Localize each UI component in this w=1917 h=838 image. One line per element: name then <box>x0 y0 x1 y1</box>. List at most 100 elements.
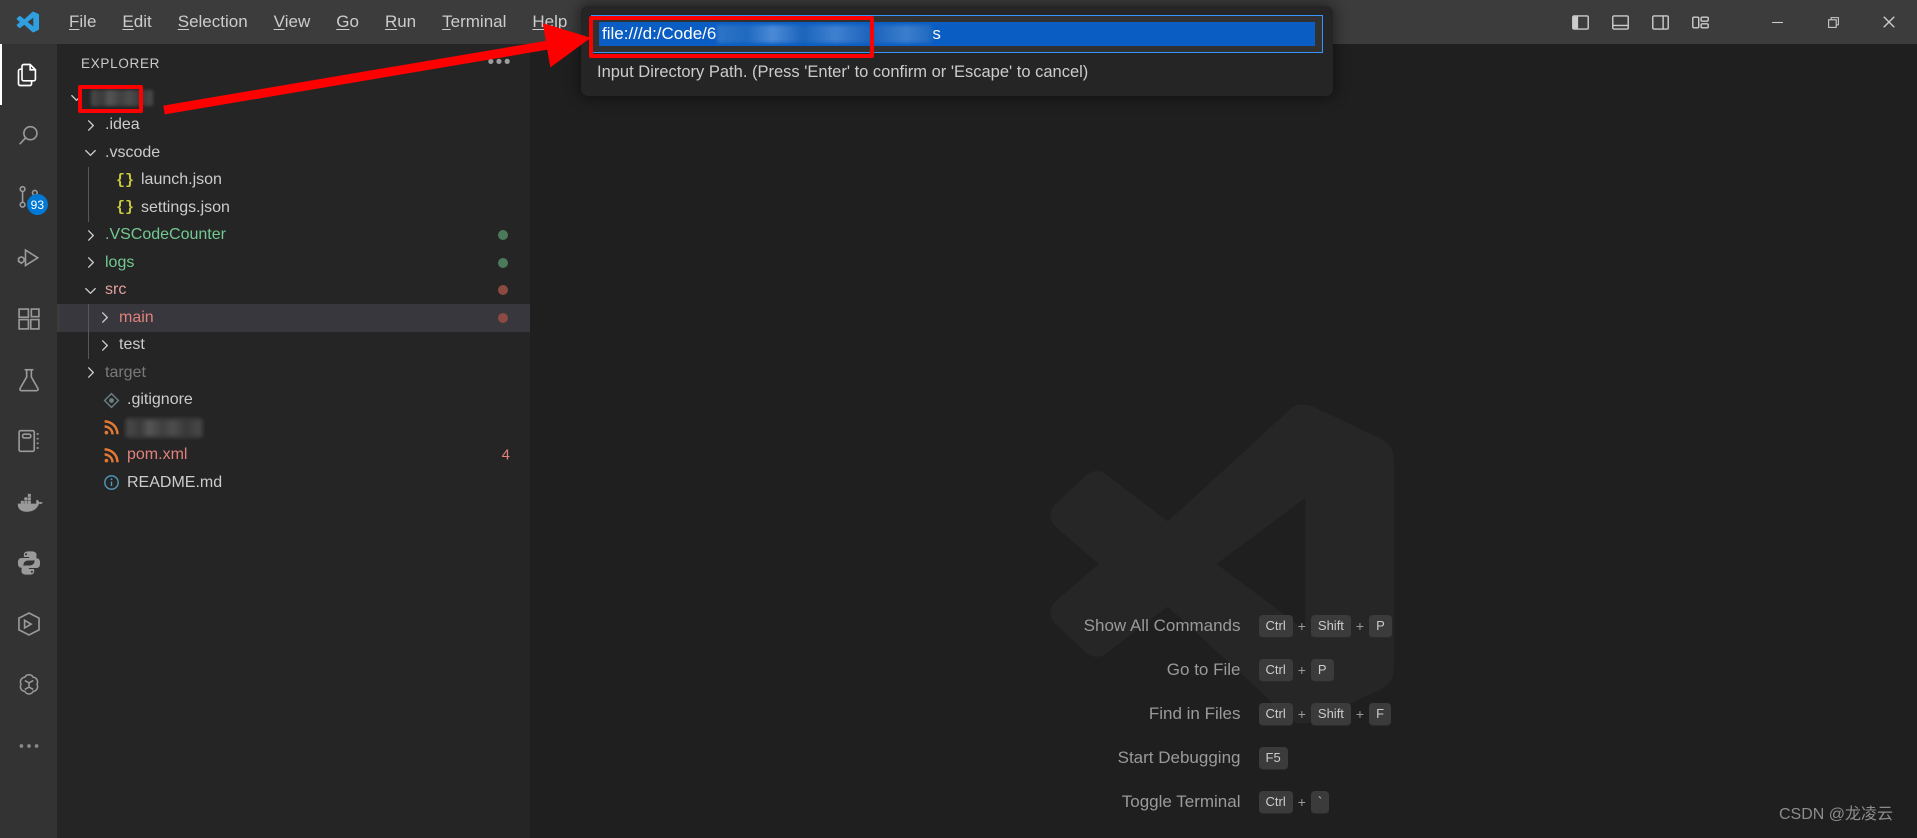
json-file-icon: {} <box>115 199 134 217</box>
tree-row[interactable]: .vscode <box>57 139 530 167</box>
activity-item-notebook[interactable] <box>0 410 57 471</box>
activity-item-extensions[interactable] <box>0 288 57 349</box>
toggle-secondary-sidebar-icon[interactable] <box>1645 7 1675 37</box>
activity-item-run-debug[interactable] <box>0 227 57 288</box>
restore-icon[interactable] <box>1805 0 1861 44</box>
ellipsis-icon: ••• <box>487 52 512 73</box>
chevron-down-icon[interactable] <box>67 88 86 107</box>
menu-bar[interactable]: File Edit Selection View Go Run Terminal… <box>56 0 580 44</box>
activity-item-search[interactable] <box>0 105 57 166</box>
close-icon[interactable] <box>1861 0 1917 44</box>
chevron-right-icon[interactable] <box>95 336 114 355</box>
tree-row[interactable]: .idea <box>57 112 530 140</box>
tree-row[interactable]: {} settings.json <box>57 194 530 222</box>
csdn-credit: CSDN @龙凌云 <box>1778 806 1893 823</box>
title-bar-right <box>1565 0 1917 44</box>
customize-layout-icon[interactable] <box>1685 7 1715 37</box>
tree-row[interactable]: pom.xml 4 <box>57 442 530 470</box>
activity-item-testing[interactable] <box>0 349 57 410</box>
toggle-primary-sidebar-icon[interactable] <box>1565 7 1595 37</box>
activity-item-cube[interactable] <box>0 593 57 654</box>
explorer-more-actions-button[interactable]: ••• <box>487 52 512 73</box>
explorer-sidebar: EXPLORER ••• .idea .vscode{} launch.json{}… <box>57 44 530 838</box>
file-tree[interactable]: .idea .vscode {} launch.json {} settings.json… <box>57 82 530 497</box>
watermark-keybinding: Ctrl + Shift + F <box>1258 702 1409 726</box>
activity-item-python[interactable] <box>0 532 57 593</box>
tree-row[interactable]: .VSCodeCounter <box>57 222 530 250</box>
menu-edit-mnemonic: E <box>122 12 134 31</box>
git-decoration-dot <box>498 312 508 323</box>
toggle-panel-icon[interactable] <box>1605 7 1635 37</box>
tree-row[interactable]: test <box>57 331 530 359</box>
tree-row[interactable]: logs <box>57 249 530 277</box>
menu-terminal[interactable]: Terminal <box>429 8 519 36</box>
tree-row[interactable]: src <box>57 277 530 305</box>
watermark-shortcut-label: Show All Commands <box>1083 616 1241 635</box>
activity-item-openai[interactable] <box>0 654 57 715</box>
watermark-shortcut-row: Find in Files Ctrl + Shift + F <box>1039 692 1409 736</box>
git-decoration-dot <box>498 230 508 241</box>
key-separator: + <box>1297 662 1306 678</box>
tree-row[interactable]: .gitignore <box>57 387 530 415</box>
chevron-right-icon[interactable] <box>81 363 100 382</box>
activity-item-additional-views[interactable] <box>0 715 57 776</box>
chevron-right-icon[interactable] <box>81 116 100 135</box>
tree-twisty-empty <box>81 446 100 465</box>
json-file-icon: {} <box>115 171 134 189</box>
directory-path-redacted <box>717 25 933 43</box>
menu-file[interactable]: File <box>56 8 109 36</box>
menu-edit-rest: dit <box>133 12 152 31</box>
tree-item-label: .idea <box>105 116 140 134</box>
chevron-down-icon[interactable] <box>81 143 100 162</box>
git-decoration-dot <box>498 285 508 296</box>
keyboard-key: ` <box>1310 790 1330 814</box>
xml-file-icon <box>100 418 122 438</box>
tree-item-label: target <box>105 363 146 381</box>
menu-edit[interactable]: Edit <box>109 8 164 36</box>
menu-terminal-rest: erminal <box>450 12 507 31</box>
tree-row[interactable]: target <box>57 359 530 387</box>
vscode-logo-icon <box>0 0 56 44</box>
menu-selection[interactable]: Selection <box>165 8 261 36</box>
watermark-shortcut-label: Go to File <box>1166 660 1241 679</box>
directory-path-input[interactable]: file:///d:/Code/6 s <box>591 15 1323 53</box>
chevron-right-icon[interactable] <box>95 308 114 327</box>
tree-row[interactable]: README.md <box>57 469 530 497</box>
menu-go[interactable]: Go <box>323 8 372 36</box>
chevron-right-icon[interactable] <box>81 253 100 272</box>
keyboard-key: P <box>1310 658 1334 682</box>
activity-item-docker[interactable] <box>0 471 57 532</box>
tree-indent-guide <box>88 304 89 332</box>
tree-row[interactable] <box>57 84 530 112</box>
menu-help-mnemonic: H <box>532 12 545 31</box>
chevron-down-icon[interactable] <box>81 281 100 300</box>
menu-selection-rest: election <box>189 12 248 31</box>
tree-row[interactable] <box>57 414 530 442</box>
tree-item-label: README.md <box>127 473 223 491</box>
tree-row[interactable]: main <box>57 304 530 332</box>
menu-run-mnemonic: R <box>384 12 398 31</box>
tree-item-label: settings.json <box>141 198 230 216</box>
keyboard-key: Ctrl <box>1258 614 1293 638</box>
menu-help[interactable]: Help <box>519 8 580 36</box>
keyboard-key: P <box>1369 614 1392 638</box>
menu-view[interactable]: View <box>261 8 324 36</box>
activity-item-source-control[interactable]: 93 <box>0 166 57 227</box>
tree-indent-guide <box>88 331 89 359</box>
chevron-right-icon[interactable] <box>81 226 100 245</box>
directory-path-text: file:///d:/Code/6 <box>602 24 717 43</box>
activity-item-explorer[interactable] <box>0 44 57 105</box>
tree-item-label: src <box>105 281 127 299</box>
menu-run[interactable]: Run <box>372 8 429 36</box>
git-decoration-dot <box>498 257 508 268</box>
tree-row[interactable]: {} launch.json <box>57 166 530 194</box>
minimize-icon[interactable] <box>1749 0 1805 44</box>
quick-input-dialog[interactable]: file:///d:/Code/6 s Input Directory Path… <box>581 6 1333 96</box>
watermark-shortcut-row: Start Debugging F5 <box>1039 736 1409 780</box>
tree-item-label: .vscode <box>105 143 161 161</box>
